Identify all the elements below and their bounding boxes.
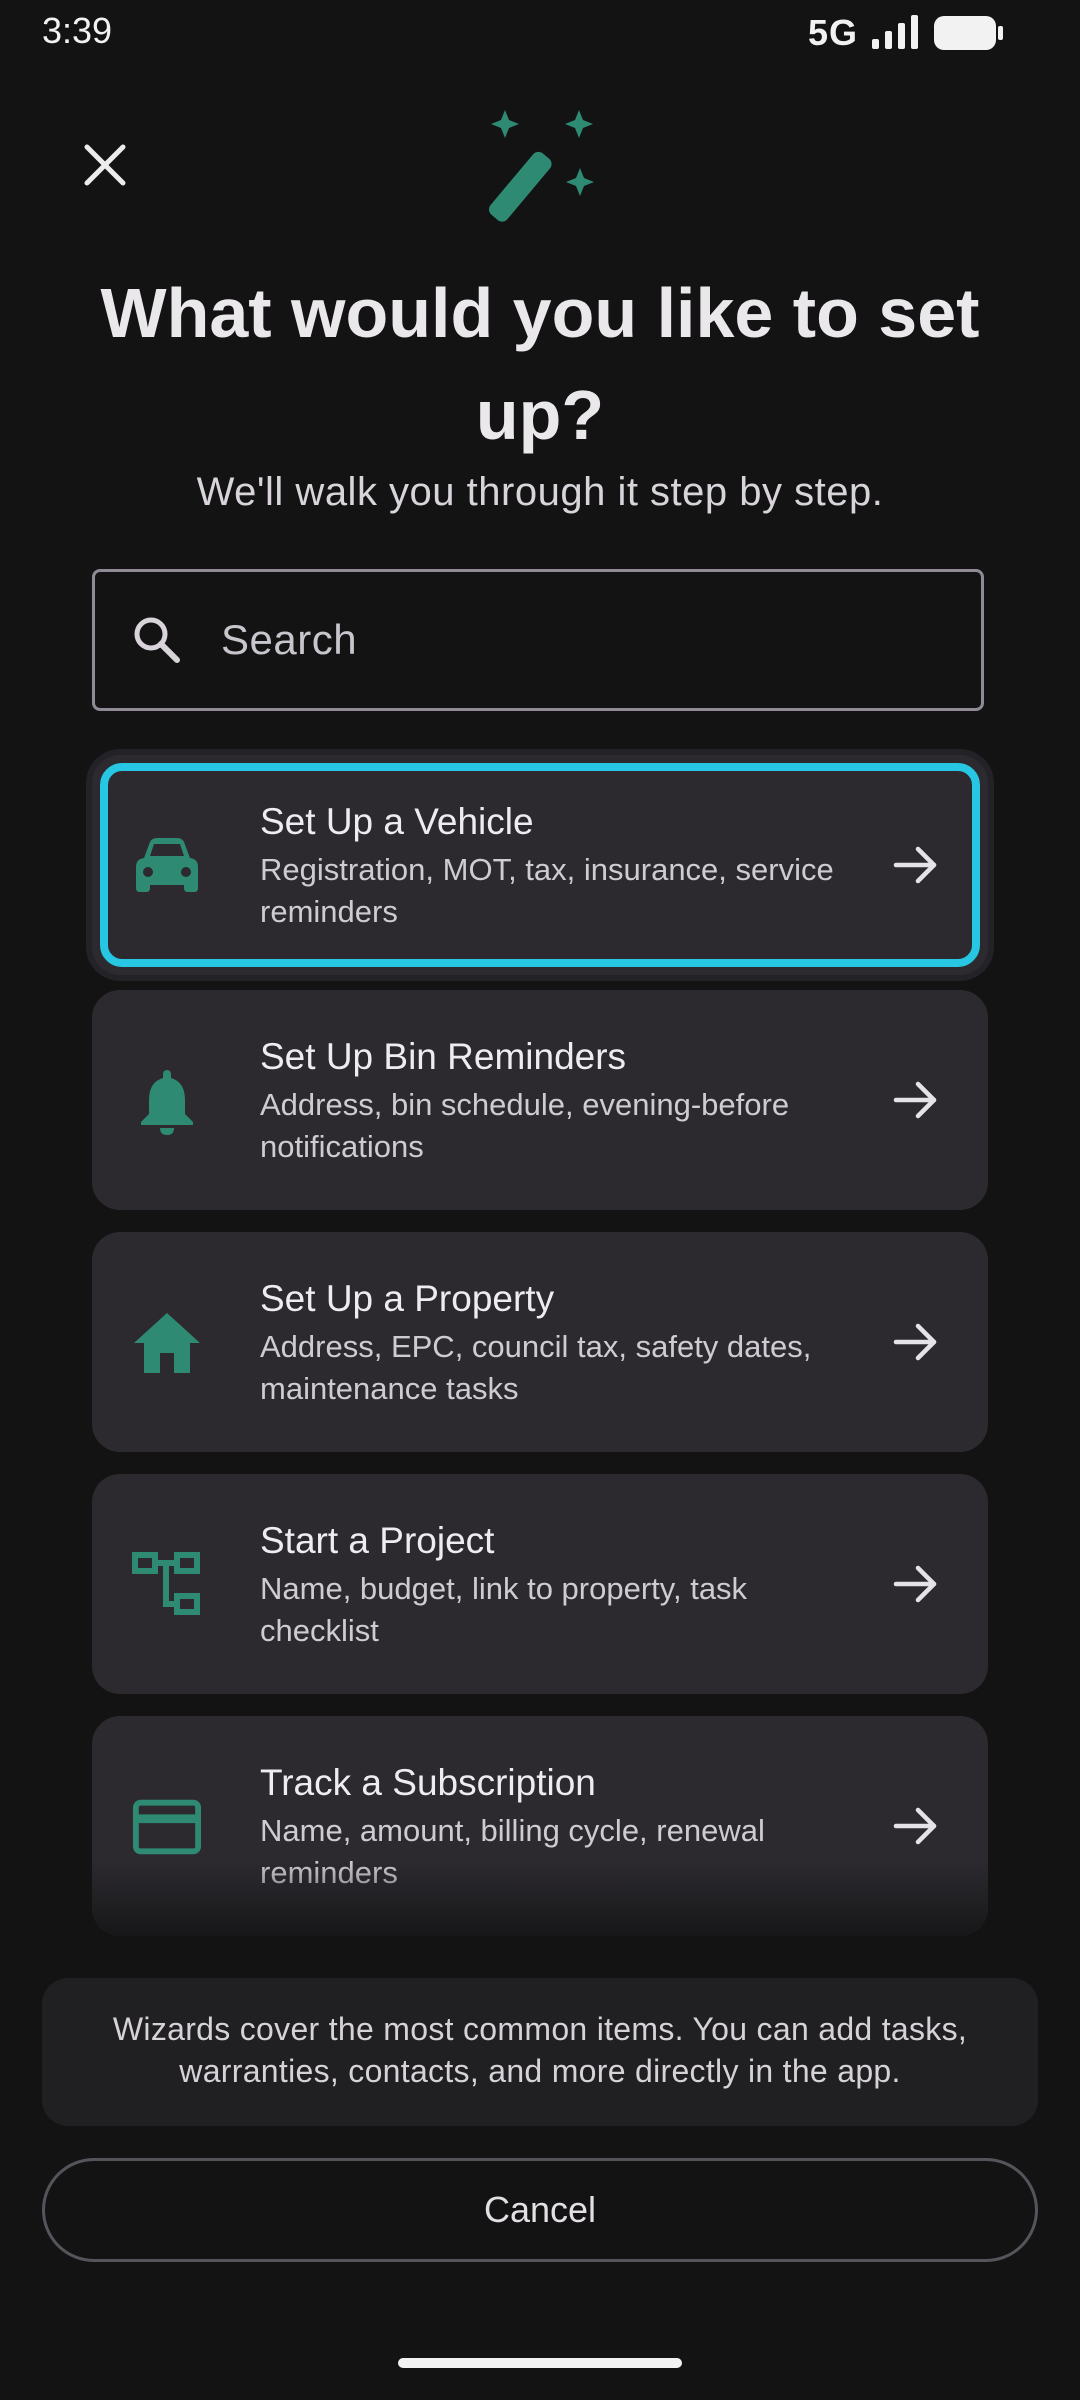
search-icon (129, 612, 185, 668)
wizard-title: Set Up a Vehicle (260, 801, 534, 842)
search-input[interactable] (219, 571, 981, 709)
wizard-description: Address, bin schedule, evening-before no… (260, 1087, 790, 1164)
search-box[interactable] (92, 569, 984, 711)
close-button[interactable] (70, 130, 140, 200)
wizard-card-subscription[interactable]: Track a Subscription Name, amount, billi… (92, 1716, 988, 1936)
wizard-card-bin-reminders[interactable]: Set Up Bin Reminders Address, bin schedu… (92, 990, 988, 1210)
cancel-button[interactable]: Cancel (42, 2158, 1038, 2262)
bell-icon (132, 1066, 202, 1136)
network-type: 5G (807, 12, 858, 53)
arrow-right-icon (888, 1556, 944, 1612)
wizard-description: Name, amount, billing cycle, renewal rem… (260, 1813, 765, 1890)
car-icon (132, 831, 202, 901)
battery-icon (934, 16, 1003, 50)
status-time: 3:39 (42, 10, 113, 51)
wizard-title: Start a Project (260, 1520, 495, 1561)
wizard-card-property[interactable]: Set Up a Property Address, EPC, council … (92, 1232, 988, 1452)
status-bar: 3:39 5G (0, 0, 1080, 64)
wizard-title: Set Up a Property (260, 1278, 555, 1319)
close-icon (84, 144, 126, 186)
magic-wand-icon (488, 110, 594, 222)
wizard-description: Address, EPC, council tax, safety dates,… (260, 1329, 812, 1406)
info-note: Wizards cover the most common items. You… (42, 1978, 1038, 2126)
page-title: What would you like to set up? (100, 274, 980, 454)
status-icons: 5G (808, 12, 1004, 54)
wizard-description: Name, budget, link to property, task che… (260, 1571, 748, 1648)
wizard-card-vehicle[interactable]: Set Up a Vehicle Registration, MOT, tax,… (92, 755, 988, 975)
house-icon (132, 1308, 202, 1378)
page-subtitle: We'll walk you through it step by step. (196, 470, 884, 514)
signal-icon (872, 15, 918, 49)
credit-card-icon (132, 1792, 202, 1862)
wizard-title: Track a Subscription (260, 1762, 596, 1803)
arrow-right-icon (888, 1072, 944, 1128)
wizard-title: Set Up Bin Reminders (260, 1036, 627, 1077)
home-indicator[interactable] (398, 2358, 682, 2368)
project-tree-icon (132, 1550, 202, 1620)
arrow-right-icon (888, 1798, 944, 1854)
arrow-right-icon (888, 837, 944, 893)
wizard-description: Registration, MOT, tax, insurance, servi… (260, 852, 834, 929)
wizard-card-project[interactable]: Start a Project Name, budget, link to pr… (92, 1474, 988, 1694)
arrow-right-icon (888, 1314, 944, 1370)
